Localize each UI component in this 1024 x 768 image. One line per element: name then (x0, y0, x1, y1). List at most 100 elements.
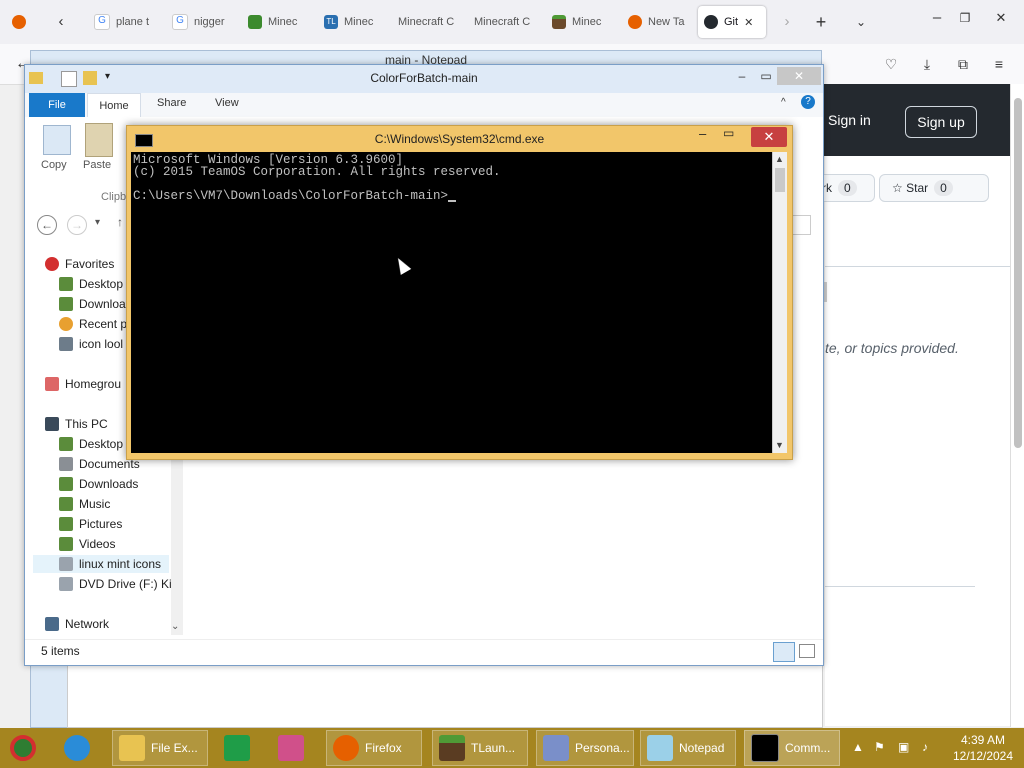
app-taskbar-button[interactable] (272, 730, 320, 766)
console-output[interactable]: Microsoft Windows [Version 6.3.9600] (c)… (131, 152, 772, 453)
copy-icon[interactable] (43, 125, 71, 155)
paste-icon[interactable] (85, 123, 113, 157)
details-view-icon[interactable] (773, 642, 795, 662)
tab-view[interactable]: View (215, 97, 239, 109)
close-window-icon[interactable]: ✕ (990, 8, 1012, 28)
new-tab-icon[interactable]: + (810, 12, 832, 32)
back-icon[interactable]: ← (37, 215, 57, 235)
browser-tab-7[interactable]: Minec (552, 6, 612, 38)
cmd-scroll-thumb[interactable] (775, 168, 785, 192)
close-icon[interactable]: ✕ (751, 127, 787, 147)
forward-icon[interactable]: → (67, 215, 87, 235)
cmd-title-bar[interactable]: C:\Windows\System32\cmd.exe – ▭ ✕ (127, 126, 792, 152)
recent-locations-icon[interactable]: ▾ (95, 217, 100, 228)
notepad-taskbar-button[interactable]: Notepad (640, 730, 736, 766)
system-clock[interactable]: 4:39 AM 12/12/2024 (948, 732, 1018, 764)
up-icon[interactable]: ↑ (117, 215, 123, 229)
tab-home[interactable]: Home (87, 93, 141, 118)
firefox-menu-icon[interactable] (8, 12, 30, 32)
tlauncher-taskbar-button[interactable]: TLaun... (432, 730, 528, 766)
page-scroll-thumb[interactable] (1014, 98, 1022, 448)
pocket-icon[interactable]: ♡ (880, 54, 902, 74)
tree-item-desktop[interactable]: Desktop (59, 275, 123, 293)
tree-item-network[interactable]: Network (45, 615, 109, 633)
tree-item-homegroup[interactable]: Homegrou (45, 375, 121, 393)
explorer-title-bar[interactable]: ▾ ColorForBatch-main – ▭ ✕ (25, 65, 823, 93)
divider (825, 586, 975, 587)
collapse-ribbon-icon[interactable]: ^ (781, 97, 786, 108)
copy-button[interactable]: Copy (41, 159, 67, 171)
tree-item-recent[interactable]: Recent p (59, 315, 127, 333)
browser-tab-5[interactable]: Minecraft C (398, 6, 460, 38)
tree-item-videos[interactable]: Videos (59, 535, 115, 553)
volume-icon[interactable]: ♪ (922, 740, 928, 754)
favorites-star-icon (45, 257, 59, 271)
tree-item-favorites[interactable]: Favorites (45, 255, 114, 273)
tree-item-icon-look[interactable]: icon lool (59, 335, 123, 353)
list-all-tabs-icon[interactable]: ⌄ (850, 12, 872, 32)
show-hidden-icons-icon[interactable]: ▲ (852, 740, 864, 754)
tab-scroll-right-icon[interactable]: › (776, 12, 798, 32)
tab-file[interactable]: File (29, 93, 85, 117)
large-icons-view-icon[interactable] (799, 644, 815, 658)
cmd-scrollbar[interactable]: ▲ ▼ (772, 152, 787, 453)
star-button[interactable]: ☆ Star 0 (879, 174, 989, 202)
cmd-title: C:\Windows\System32\cmd.exe (374, 132, 545, 146)
browser-tab-1[interactable]: Gplane t (94, 6, 154, 38)
page-scrollbar[interactable] (1010, 84, 1024, 727)
downloads-icon[interactable]: ⤓ (916, 54, 938, 74)
browser-tab-4[interactable]: TL Minec (324, 6, 384, 38)
tree-item-music[interactable]: Music (59, 495, 110, 513)
tree-item-pictures[interactable]: Pictures (59, 515, 122, 533)
scroll-down-icon[interactable]: ▼ (775, 440, 784, 450)
browser-tab-2[interactable]: Gnigger (172, 6, 232, 38)
clock-time: 4:39 AM (960, 733, 1006, 747)
fork-button[interactable]: rk 0 (817, 174, 875, 202)
close-icon[interactable]: ✕ (777, 67, 821, 85)
empty-state-text: te, or topics provided. (825, 340, 959, 356)
github-icon (704, 15, 718, 29)
maximize-icon[interactable]: ▭ (753, 67, 779, 85)
network-icon[interactable]: ▣ (898, 740, 909, 754)
sign-in-link[interactable]: Sign in (828, 112, 871, 128)
chrome-taskbar-button[interactable] (4, 730, 50, 766)
app-menu-icon[interactable]: ≡ (988, 54, 1010, 74)
downloads-folder-icon (59, 477, 73, 491)
close-tab-icon[interactable]: ✕ (744, 16, 753, 29)
personalize-taskbar-button[interactable]: Persona... (536, 730, 634, 766)
restore-icon[interactable]: ❐ (954, 8, 976, 28)
cube-icon (278, 735, 304, 761)
tab-share[interactable]: Share (157, 97, 186, 109)
desktop-icon (59, 437, 73, 451)
internet-explorer-taskbar-button[interactable] (58, 730, 106, 766)
sign-up-button[interactable]: Sign up (905, 106, 977, 138)
tree-item-linux-mint-icons[interactable]: linux mint icons (33, 555, 169, 573)
tab-scroll-left-icon[interactable]: ‹ (50, 12, 72, 32)
scroll-up-icon[interactable]: ▲ (775, 154, 784, 164)
browser-tab-3[interactable]: Minec (248, 6, 308, 38)
browser-tab-6[interactable]: Minecraft C (474, 6, 536, 38)
browser-tab-8[interactable]: New Ta (628, 6, 686, 38)
tree-item-this-pc[interactable]: This PC (45, 415, 108, 433)
browser-tab-active[interactable]: Git ✕ (698, 6, 766, 38)
clock-date: 12/12/2024 (952, 749, 1014, 763)
minimize-icon[interactable]: – (729, 67, 755, 85)
action-center-flag-icon[interactable]: ⚑ (874, 740, 885, 754)
tree-item-downloads[interactable]: Downloa (59, 295, 126, 313)
navigation-pane-scrollbar[interactable]: ⌄ (171, 459, 183, 635)
command-prompt-taskbar-button[interactable]: Comm... (744, 730, 840, 766)
help-icon[interactable]: ? (801, 95, 815, 109)
firefox-taskbar-button[interactable]: Firefox (326, 730, 422, 766)
tree-item-dvd-drive[interactable]: DVD Drive (F:) Kic (59, 575, 178, 593)
store-icon (224, 735, 250, 761)
scroll-down-icon[interactable]: ⌄ (171, 621, 179, 632)
paste-button[interactable]: Paste (83, 159, 111, 171)
minimize-icon[interactable]: – (926, 8, 948, 28)
store-taskbar-button[interactable] (218, 730, 266, 766)
tree-item-pc-desktop[interactable]: Desktop (59, 435, 123, 453)
tree-item-pc-downloads[interactable]: Downloads (59, 475, 138, 493)
minimize-icon[interactable]: – (699, 126, 706, 141)
maximize-icon[interactable]: ▭ (723, 126, 734, 140)
file-explorer-taskbar-button[interactable]: File Ex... (112, 730, 208, 766)
extensions-icon[interactable]: ⧉ (952, 54, 974, 74)
